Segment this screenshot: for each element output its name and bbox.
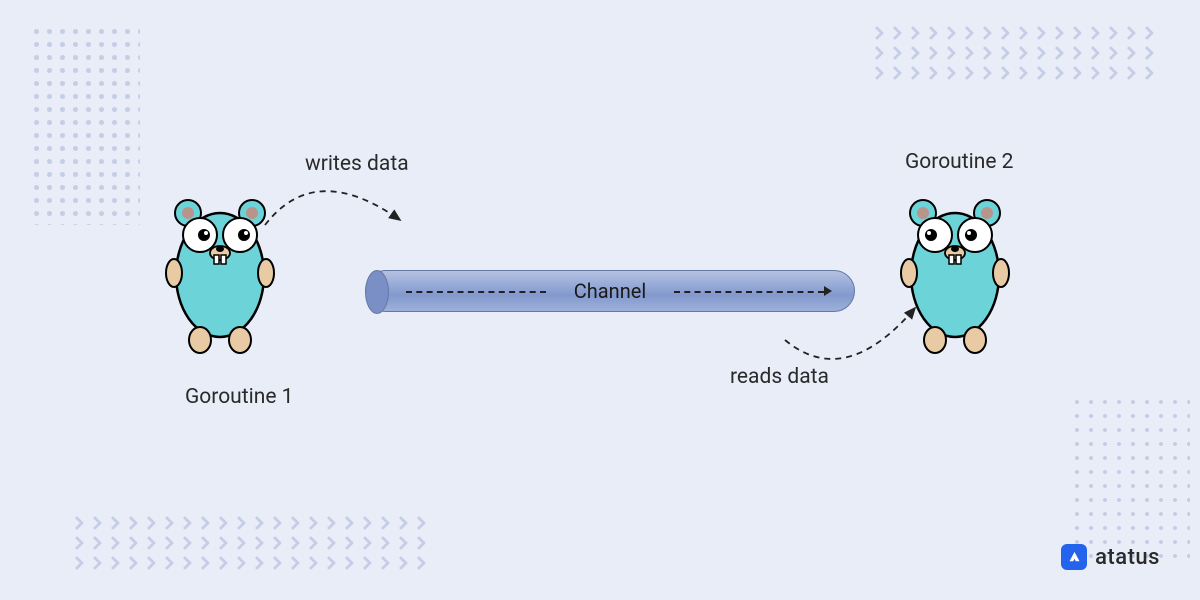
brand-logo-icon — [1061, 544, 1087, 570]
decorative-chevrons-bottom-left — [70, 515, 430, 575]
writes-arrow-icon — [255, 170, 425, 270]
channel-flow-line-left — [406, 291, 546, 293]
decorative-dots-bottom-right — [1070, 395, 1190, 565]
decorative-dots-top-left — [30, 25, 140, 225]
brand-logo: atatus — [1061, 544, 1160, 570]
goroutine-1-label: Goroutine 1 — [185, 385, 293, 409]
channel-diagram: writes data Goroutine 2 Goroutine 1 read… — [150, 140, 1080, 460]
gopher-icon-2 — [895, 195, 1015, 355]
decorative-chevrons-top-right — [870, 25, 1160, 85]
channel-label: Channel — [566, 279, 654, 303]
goroutine-2-label: Goroutine 2 — [905, 150, 1013, 174]
gopher-icon-1 — [160, 195, 280, 355]
brand-logo-text: atatus — [1095, 545, 1160, 570]
